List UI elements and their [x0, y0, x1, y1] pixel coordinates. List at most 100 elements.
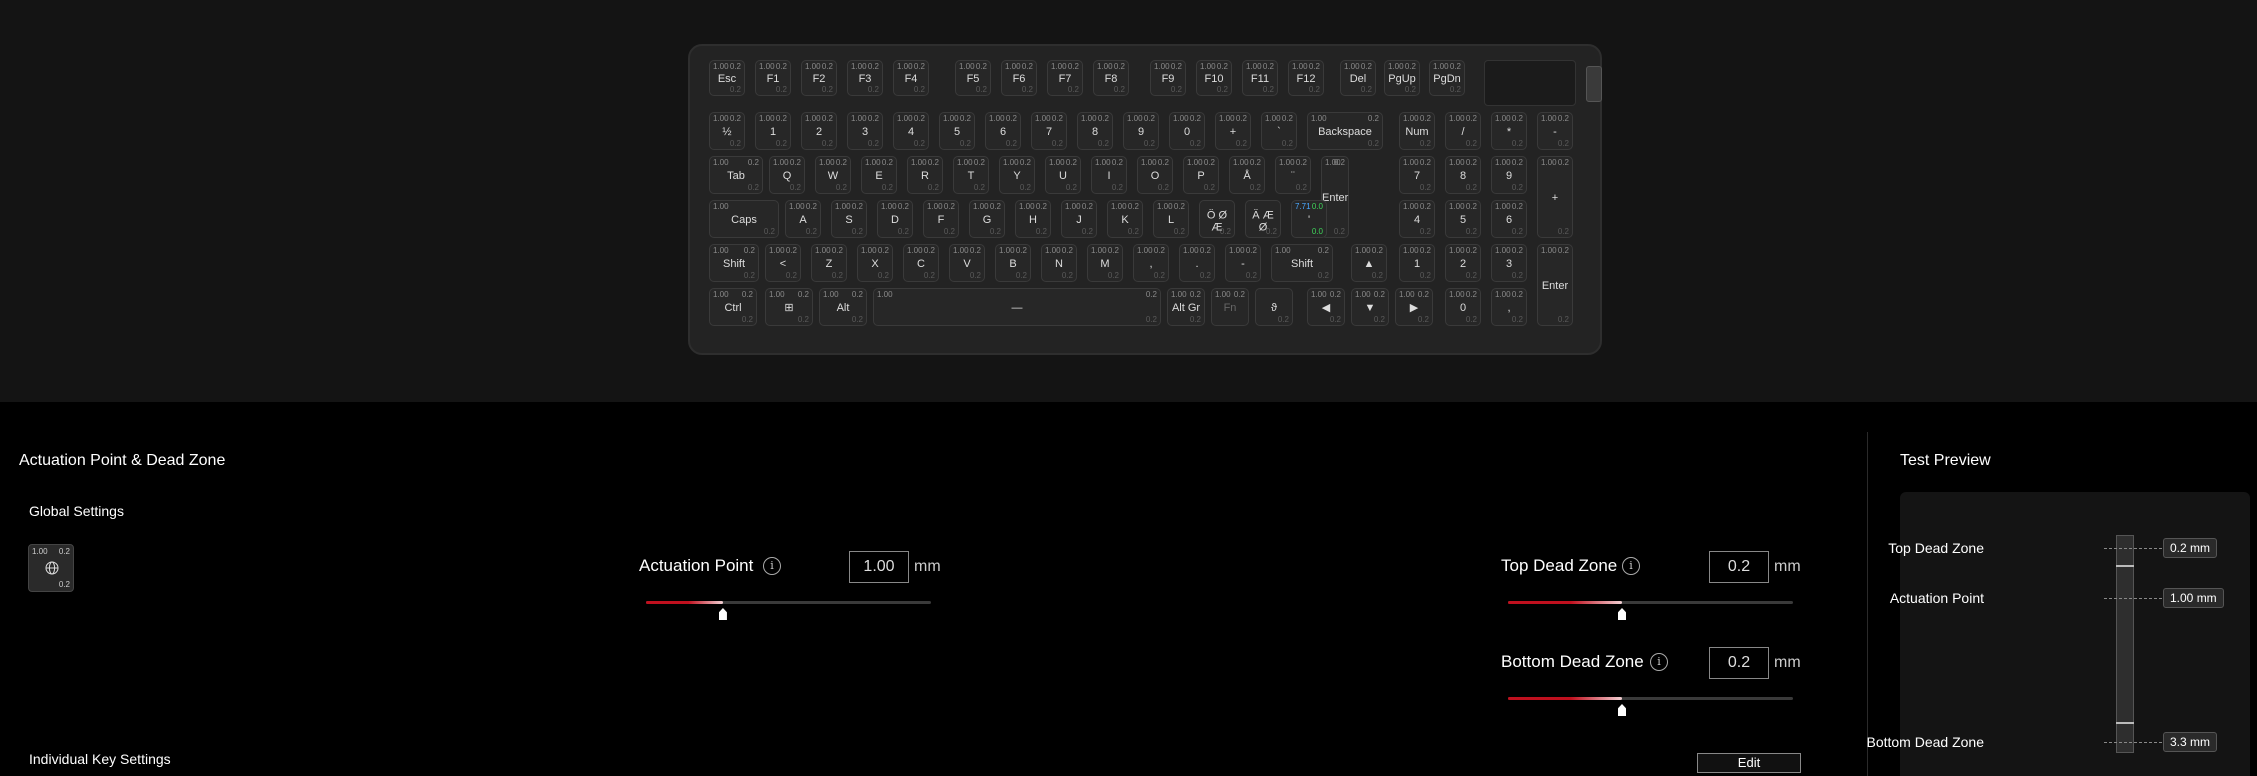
key[interactable]: 1.00 0.2 0.2 ¨ — [1275, 156, 1311, 194]
key[interactable]: 1.00 0.2 0.2 PgUp — [1384, 60, 1420, 96]
key[interactable]: 1.00 0.2 0.2 Shift — [1271, 244, 1333, 282]
key[interactable]: 1.00 0.2 0.2 O — [1137, 156, 1173, 194]
key[interactable]: 1.00 0.2 0.2 5 — [1445, 200, 1481, 238]
key[interactable]: 1.00 0.2 0.2 Å — [1229, 156, 1265, 194]
key[interactable]: 1.00 0.2 0.2 < — [765, 244, 801, 282]
key[interactable]: 1.00 0.2 0.2 9 — [1491, 156, 1527, 194]
key[interactable]: 1.00 0.2 0.2 M — [1087, 244, 1123, 282]
key[interactable]: 1.00 0.2 0.2/ — [1445, 112, 1481, 150]
key[interactable]: 1.00 0.2 0.2 Shift — [709, 244, 759, 282]
bottom-dead-zone-slider-thumb[interactable] — [1618, 704, 1626, 716]
key[interactable]: 1.00 0.2 0.2 ▼ — [1351, 288, 1389, 326]
key[interactable]: 1.00 0.2 0.2 L — [1153, 200, 1189, 238]
key[interactable]: 1.00 0.2 0.2 3 — [847, 112, 883, 150]
key[interactable]: 1.00 0.2 0.2 B — [995, 244, 1031, 282]
key[interactable]: 1.00 0.2 0.2 6 — [985, 112, 1021, 150]
key[interactable]: 1.00 0.2 0.2 W — [815, 156, 851, 194]
key[interactable]: 1.00 0.2 0.2 5 — [939, 112, 975, 150]
key[interactable]: 1.00 0.2 0.2 ⊞ — [765, 288, 813, 326]
key[interactable]: 1.00 0.2 0.2 Z — [811, 244, 847, 282]
key[interactable]: 1.00 0.2 0.2 ½ — [709, 112, 745, 150]
key[interactable]: 1.00 0.2 0.2 8 — [1445, 156, 1481, 194]
key[interactable]: 1.00 0.2 0.2 F10 — [1196, 60, 1232, 96]
key[interactable]: 1.00 0.2 0.2 6 — [1491, 200, 1527, 238]
key[interactable]: 1.00 0.2 0.2 F12 — [1288, 60, 1324, 96]
key[interactable]: 1.00 0.2 0.2 K — [1107, 200, 1143, 238]
key[interactable]: 7.71 0.0 0.0 ' — [1291, 200, 1327, 238]
key[interactable]: 1.00 0.2 Fn — [1211, 288, 1249, 326]
key[interactable]: 1.00 0.2 0.2 F3 — [847, 60, 883, 96]
top-dead-zone-slider-thumb[interactable] — [1618, 608, 1626, 620]
key[interactable]: 1.00 0.2 0.2 S — [831, 200, 867, 238]
key[interactable]: 1.00 0.2 0.2, — [1491, 288, 1527, 326]
key[interactable]: 1.00 0.2 0.2 F1 — [755, 60, 791, 96]
key[interactable]: 1.00 0.2 0.2 P — [1183, 156, 1219, 194]
key[interactable]: 1.00 0.2 0.2- — [1225, 244, 1261, 282]
key[interactable]: 1.00 0.2 0.2 F2 — [801, 60, 837, 96]
bottom-dead-zone-info-icon[interactable]: i — [1650, 653, 1668, 671]
key[interactable]: 1.00 0.2 0.2 F7 — [1047, 60, 1083, 96]
key[interactable]: 1.00 0.2 0.2 F9 — [1150, 60, 1186, 96]
top-dead-zone-slider-track[interactable] — [1508, 601, 1793, 604]
key[interactable]: 1.00 0.2 0.2 Del — [1340, 60, 1376, 96]
key[interactable]: 0.2 Ä Æ Ø — [1245, 200, 1281, 238]
key[interactable]: 1.00 0.2 0.2 Alt — [819, 288, 867, 326]
key[interactable]: 1.00 0.2 0.2 * — [1491, 112, 1527, 150]
actuation-slider-track[interactable] — [646, 601, 931, 604]
key[interactable]: 1.00 0.2 0.2 PgDn — [1429, 60, 1465, 96]
key[interactable]: 1.00 0.2 0.2 0 — [1445, 288, 1481, 326]
key[interactable]: 1.00 0.2 0.2 H — [1015, 200, 1051, 238]
key[interactable]: 1.00 0.2 0.2 — — [873, 288, 1161, 326]
key[interactable]: 0.2 Ö Ø Æ — [1199, 200, 1235, 238]
key[interactable]: 0.2 ϑ — [1255, 288, 1293, 326]
key[interactable]: 1.00 0.2 0.2 F4 — [893, 60, 929, 96]
global-settings-key[interactable]: 1.00 0.2 0.2 — [28, 544, 74, 592]
key[interactable]: 1.00 0.2 0.2 Tab — [709, 156, 763, 194]
key[interactable]: 1.00 0.2 0.2 ▶ — [1395, 288, 1433, 326]
key[interactable]: 1.00 0.2 0.2, — [1133, 244, 1169, 282]
key[interactable]: 1.00 0.2 0.2 2 — [1445, 244, 1481, 282]
key[interactable]: 1.00 0.2 0.2 F6 — [1001, 60, 1037, 96]
key[interactable]: 1.00 0.2 0.2 2 — [801, 112, 837, 150]
bottom-dead-zone-input[interactable] — [1709, 647, 1769, 679]
key[interactable]: 1.00 0.2 0.2 F8 — [1093, 60, 1129, 96]
key[interactable]: 1.00 0.2 0.2 ▲ — [1351, 244, 1387, 282]
key[interactable]: 1.00 0.2 0.2 F11 — [1242, 60, 1278, 96]
key[interactable]: 1.00 0.2 0.2 7 — [1031, 112, 1067, 150]
key[interactable]: 1.00 0.2 0.2 + — [1215, 112, 1251, 150]
key[interactable]: 1.00 0.2 0.2 7 — [1399, 156, 1435, 194]
key[interactable]: 1.00 0.2 0.2 4 — [1399, 200, 1435, 238]
key[interactable]: 1.00 0.2 0.2 8 — [1077, 112, 1113, 150]
top-dead-zone-input[interactable] — [1709, 551, 1769, 583]
key[interactable]: 1.00 0.2 0.2 1 — [755, 112, 791, 150]
key[interactable]: 1.00 0.2 0.2 F5 — [955, 60, 991, 96]
key[interactable]: 1.00 0.2 0.2 E — [861, 156, 897, 194]
keyboard-knob[interactable] — [1586, 66, 1602, 102]
key[interactable]: 1.00 0.2 0.2 ◀ — [1307, 288, 1345, 326]
key[interactable]: 1.00 0.2 0.2 ` — [1261, 112, 1297, 150]
key[interactable]: 1.00 0.2 0.2. — [1179, 244, 1215, 282]
key[interactable]: 1.00 0.2 0.2 Ctrl — [709, 288, 757, 326]
key[interactable]: 1.00 0.2 0.2 J — [1061, 200, 1097, 238]
key[interactable]: 1.00 0.2 0.2 D — [877, 200, 913, 238]
key[interactable]: 1.00 0.2 0.2 Y — [999, 156, 1035, 194]
key[interactable]: 1.00 0.2 0.2 3 — [1491, 244, 1527, 282]
key[interactable]: 1.00 0.2 0.2 C — [903, 244, 939, 282]
key[interactable]: 1.00 0.2 0.2 9 — [1123, 112, 1159, 150]
key[interactable]: 1.00 0.2 0.2 0 — [1169, 112, 1205, 150]
top-dead-zone-info-icon[interactable]: i — [1622, 557, 1640, 575]
key[interactable]: 1.00 0.2 0.2 X — [857, 244, 893, 282]
key[interactable]: 1.00 0.2 0.2 T — [953, 156, 989, 194]
actuation-point-input[interactable] — [849, 551, 909, 583]
key[interactable]: 1.00 0.2 0.2 + — [1537, 156, 1573, 238]
key[interactable]: 1.00 0.2 0.2 R — [907, 156, 943, 194]
edit-button[interactable]: Edit — [1697, 753, 1801, 773]
bottom-dead-zone-slider-track[interactable] — [1508, 697, 1793, 700]
key[interactable]: 1.00 0.2 0.2 Esc — [709, 60, 745, 96]
key[interactable]: 1.00 0.2 0.2 Enter — [1537, 244, 1573, 326]
actuation-slider-thumb[interactable] — [718, 608, 727, 620]
key[interactable]: 1.00 0.2 0.2- — [1537, 112, 1573, 150]
key[interactable]: 1.00 0.2 0.2 Q — [769, 156, 805, 194]
key[interactable]: 1.00 0.2 0.2 U — [1045, 156, 1081, 194]
key[interactable]: 1.00 0.2 0.2 4 — [893, 112, 929, 150]
